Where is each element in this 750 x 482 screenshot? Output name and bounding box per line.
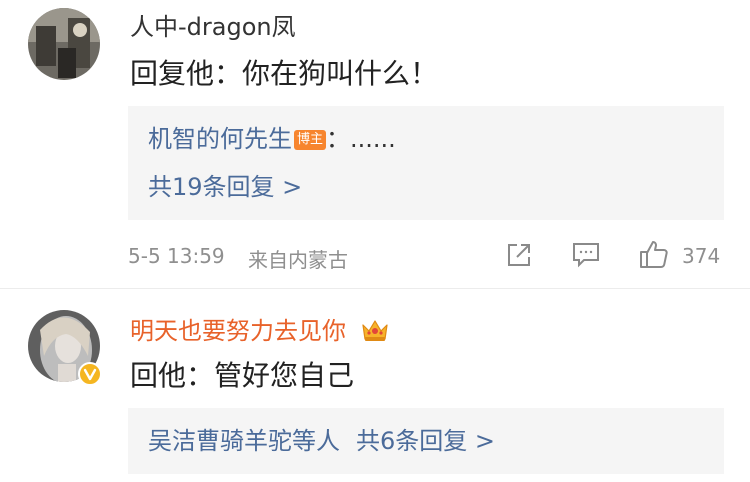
comment-text: 回复他：你在狗叫什么！ bbox=[130, 57, 439, 90]
crown-icon bbox=[360, 317, 390, 350]
comment-timestamp: 5-5 13:59 bbox=[128, 244, 225, 268]
verified-badge-icon bbox=[78, 362, 102, 390]
blogger-badge: 博主 bbox=[294, 130, 327, 150]
view-replies-link[interactable]: 共6条回复 > bbox=[356, 427, 495, 455]
like-icon[interactable] bbox=[638, 238, 670, 274]
view-replies-link[interactable]: 共19条回复 > bbox=[148, 172, 302, 202]
comment-author-name[interactable]: 明天也要努力去见你 bbox=[130, 317, 346, 345]
reply-text: ：...... bbox=[326, 125, 396, 153]
comment-icon[interactable] bbox=[572, 242, 600, 272]
comment-divider bbox=[0, 288, 750, 289]
avatar-photo-icon bbox=[28, 8, 100, 80]
comment-author[interactable]: 人中-dragon凤 bbox=[130, 12, 296, 42]
like-count: 374 bbox=[682, 244, 721, 268]
reply-preview-line: 机智的何先生 博主：...... bbox=[148, 124, 396, 154]
reply-preview-box[interactable]: 机智的何先生 博主：...... 共19条回复 > bbox=[128, 106, 724, 220]
share-icon[interactable] bbox=[506, 242, 532, 272]
reply-authors[interactable]: 吴洁曹骑羊驼等人 bbox=[148, 427, 340, 455]
reply-preview-line: 吴洁曹骑羊驼等人 共6条回复 > bbox=[148, 426, 495, 456]
comment-text: 回他：管好您自己 bbox=[130, 359, 355, 392]
comment-location: 来自内蒙古 bbox=[248, 248, 348, 272]
reply-author[interactable]: 机智的何先生 bbox=[148, 125, 292, 153]
reply-preview-box[interactable]: 吴洁曹骑羊驼等人 共6条回复 > bbox=[128, 408, 724, 474]
avatar[interactable] bbox=[28, 8, 100, 80]
comment-author[interactable]: 明天也要努力去见你 bbox=[130, 316, 390, 350]
